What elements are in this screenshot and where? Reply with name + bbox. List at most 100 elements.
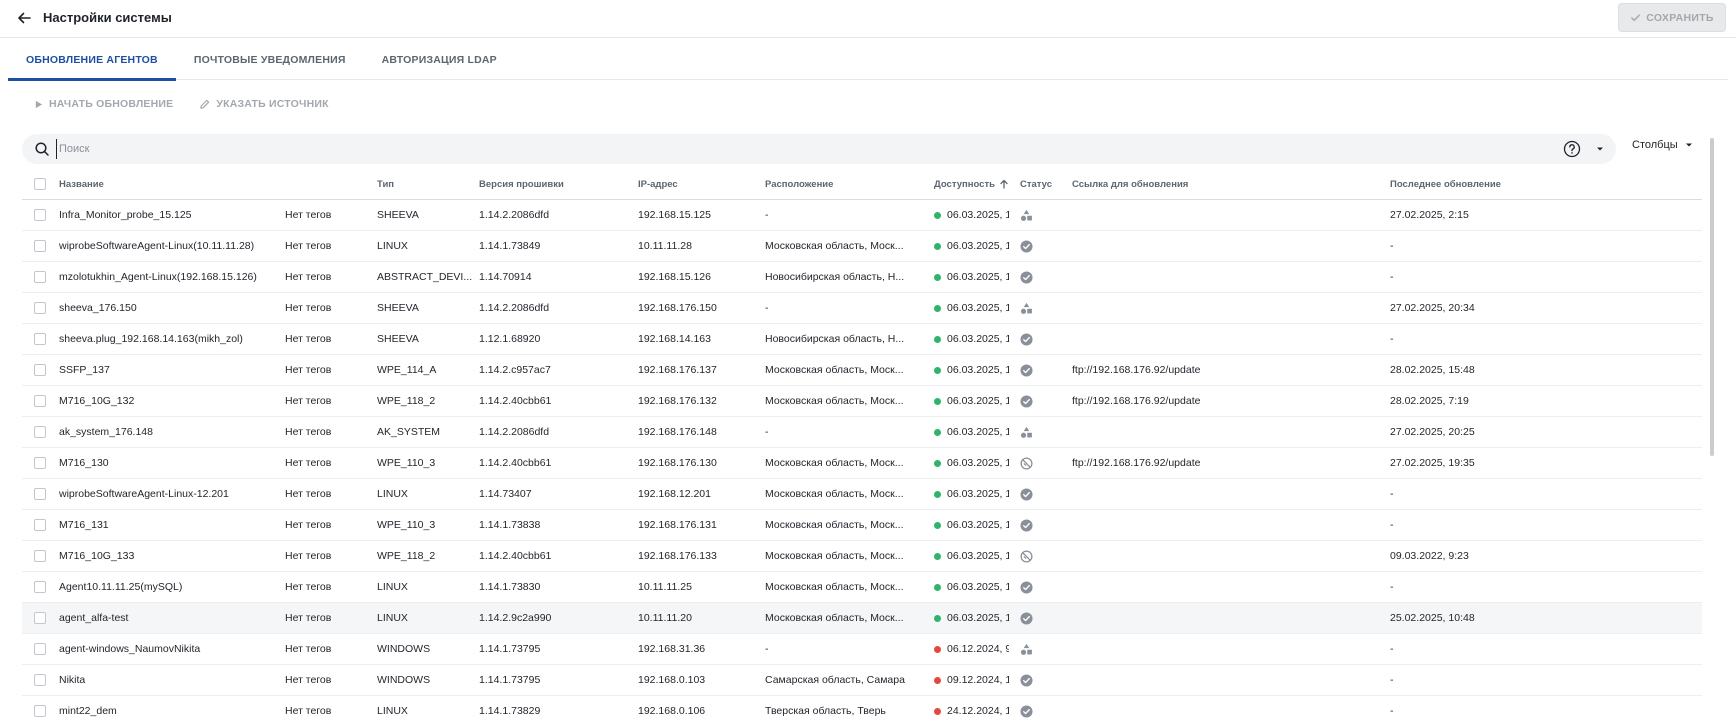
table-row[interactable]: M716_10G_132 Нет тегов WPE_118_2 1.14.2.40c…	[22, 386, 1702, 417]
search-input[interactable]	[56, 139, 1536, 159]
columns-label: Столбцы	[1632, 139, 1678, 151]
row-checkbox[interactable]	[34, 519, 46, 531]
cell-ip: 192.168.31.36	[638, 643, 706, 655]
table-row[interactable]: M716_130 Нет тегов WPE_110_3 1.14.2.40cbb61…	[22, 448, 1702, 479]
table-row[interactable]: Infra_Monitor_probe_15.125 Нет тегов SHEEV…	[22, 200, 1702, 231]
row-checkbox[interactable]	[34, 488, 46, 500]
cell-status	[1020, 417, 1070, 447]
cell-tags[interactable]: Нет тегов	[285, 510, 375, 540]
availability-dot	[934, 490, 941, 498]
availability-text: 06.03.2025, 1	[947, 240, 1009, 252]
cell-availability: 06.12.2024, 9	[934, 634, 1009, 664]
cell-tags[interactable]: Нет тегов	[285, 417, 375, 447]
row-checkbox[interactable]	[34, 457, 46, 469]
scrollbar[interactable]	[1710, 138, 1714, 456]
header-firmware[interactable]: Версия прошивки	[479, 168, 634, 200]
table-row[interactable]: mint22_dem Нет тегов LINUX 1.14.1.73829 192.…	[22, 696, 1702, 722]
table-row[interactable]: Agent10.11.11.25(mySQL) Нет тегов LINUX 1.1…	[22, 572, 1702, 603]
header-name[interactable]: Название	[59, 168, 274, 200]
header-ip[interactable]: IP-адрес	[638, 168, 763, 200]
set-source-button[interactable]: УКАЗАТЬ ИСТОЧНИК	[199, 98, 329, 110]
row-checkbox[interactable]	[34, 364, 46, 376]
cell-tags[interactable]: Нет тегов	[285, 634, 375, 664]
table-row[interactable]: mzolotukhin_Agent-Linux(192.168.15.126) Н…	[22, 262, 1702, 293]
tab-mail-notifications[interactable]: ПОЧТОВЫЕ УВЕДОМЛЕНИЯ	[176, 40, 364, 80]
row-checkbox[interactable]	[34, 581, 46, 593]
row-checkbox[interactable]	[34, 240, 46, 252]
cell-tags[interactable]: Нет тегов	[285, 448, 375, 478]
cell-tags[interactable]: Нет тегов	[285, 355, 375, 385]
availability-text: 06.03.2025, 1	[947, 488, 1009, 500]
table-row[interactable]: sheeva_176.150 Нет тегов SHEEVA 1.14.2.2086…	[22, 293, 1702, 324]
row-checkbox[interactable]	[34, 674, 46, 686]
back-button[interactable]	[12, 6, 36, 30]
table-row[interactable]: wiprobeSoftwareAgent-Linux(10.11.11.28) Н…	[22, 231, 1702, 262]
cell-firmware: 1.14.2.c957ac7	[479, 364, 551, 376]
cell-tags[interactable]: Нет тегов	[285, 665, 375, 695]
check-circle-icon	[1020, 487, 1033, 501]
columns-button[interactable]: Столбцы	[1632, 139, 1694, 151]
availability-dot	[934, 645, 941, 653]
row-checkbox[interactable]	[34, 550, 46, 562]
cell-availability: 06.03.2025, 1	[934, 386, 1009, 416]
cell-tags[interactable]: Нет тегов	[285, 696, 375, 722]
tab-agent-update[interactable]: ОБНОВЛЕНИЕ АГЕНТОВ	[8, 40, 176, 81]
header-location[interactable]: Расположение	[765, 168, 935, 200]
row-checkbox[interactable]	[34, 333, 46, 345]
cell-tags[interactable]: Нет тегов	[285, 262, 375, 292]
table-row[interactable]: Nikita Нет тегов WINDOWS 1.14.1.73795 192.16…	[22, 665, 1702, 696]
row-checkbox[interactable]	[34, 395, 46, 407]
cell-tags[interactable]: Нет тегов	[285, 603, 375, 633]
header-status[interactable]: Статус	[1020, 168, 1070, 200]
check-icon	[1631, 14, 1641, 22]
chevron-down-icon[interactable]	[1594, 143, 1606, 155]
availability-dot	[934, 521, 941, 529]
table-row[interactable]: M716_10G_133 Нет тегов WPE_118_2 1.14.2.40c…	[22, 541, 1702, 572]
cell-ip: 192.168.0.106	[638, 705, 706, 717]
row-checkbox[interactable]	[34, 612, 46, 624]
cell-ip: 10.11.11.20	[638, 612, 692, 624]
table-row[interactable]: wiprobeSoftwareAgent-Linux-12.201 Нет тег…	[22, 479, 1702, 510]
row-checkbox[interactable]	[34, 271, 46, 283]
cell-tags[interactable]: Нет тегов	[285, 386, 375, 416]
table-row[interactable]: agent-windows_NaumovNikita Нет тегов WINDO…	[22, 634, 1702, 665]
cell-firmware: 1.12.1.68920	[479, 333, 541, 345]
cell-availability: 06.03.2025, 1	[934, 231, 1009, 261]
table-row[interactable]: sheeva.plug_192.168.14.163(mikh_zol) Нет …	[22, 324, 1702, 355]
cell-firmware: 1.14.70914	[479, 271, 532, 283]
cell-tags[interactable]: Нет тегов	[285, 572, 375, 602]
table-row[interactable]: M716_131 Нет тегов WPE_110_3 1.14.1.73838 19…	[22, 510, 1702, 541]
save-button[interactable]: СОХРАНИТЬ	[1618, 3, 1726, 32]
cell-tags[interactable]: Нет тегов	[285, 293, 375, 323]
cell-type: WINDOWS	[377, 674, 431, 686]
cell-tags[interactable]: Нет тегов	[285, 324, 375, 354]
availability-dot	[934, 459, 941, 467]
cell-tags[interactable]: Нет тегов	[285, 479, 375, 509]
cell-location: -	[765, 426, 769, 438]
header-type[interactable]: Тип	[377, 168, 477, 200]
row-checkbox[interactable]	[34, 705, 46, 717]
cell-tags[interactable]: Нет тегов	[285, 541, 375, 571]
select-all-checkbox[interactable]	[34, 178, 46, 190]
tab-ldap-auth[interactable]: АВТОРИЗАЦИЯ LDAP	[364, 40, 515, 80]
header-last-update[interactable]: Последнее обновление	[1390, 168, 1590, 200]
availability-dot	[934, 676, 941, 684]
check-circle-icon	[1020, 580, 1033, 594]
header-link[interactable]: Ссылка для обновления	[1072, 168, 1372, 200]
row-checkbox[interactable]	[34, 302, 46, 314]
table-row[interactable]: agent_alfa-test Нет тегов LINUX 1.14.2.9c2a…	[22, 603, 1702, 634]
table-row[interactable]: ak_system_176.148 Нет тегов AK_SYSTEM 1.14.…	[22, 417, 1702, 448]
cell-tags[interactable]: Нет тегов	[285, 200, 375, 230]
table-row[interactable]: SSFP_137 Нет тегов WPE_114_A 1.14.2.c957ac7…	[22, 355, 1702, 386]
cell-link	[1072, 324, 1372, 354]
cell-link: ftp://192.168.176.92/update	[1072, 457, 1201, 469]
cell-ip: 192.168.176.132	[638, 395, 717, 407]
cell-type: ABSTRACT_DEVI...	[377, 271, 473, 283]
start-update-button[interactable]: НАЧАТЬ ОБНОВЛЕНИЕ	[34, 98, 173, 110]
help-icon[interactable]	[1563, 140, 1581, 158]
cell-tags[interactable]: Нет тегов	[285, 231, 375, 261]
cell-availability: 06.03.2025, 1	[934, 479, 1009, 509]
row-checkbox[interactable]	[34, 426, 46, 438]
row-checkbox[interactable]	[34, 643, 46, 655]
row-checkbox[interactable]	[34, 209, 46, 221]
